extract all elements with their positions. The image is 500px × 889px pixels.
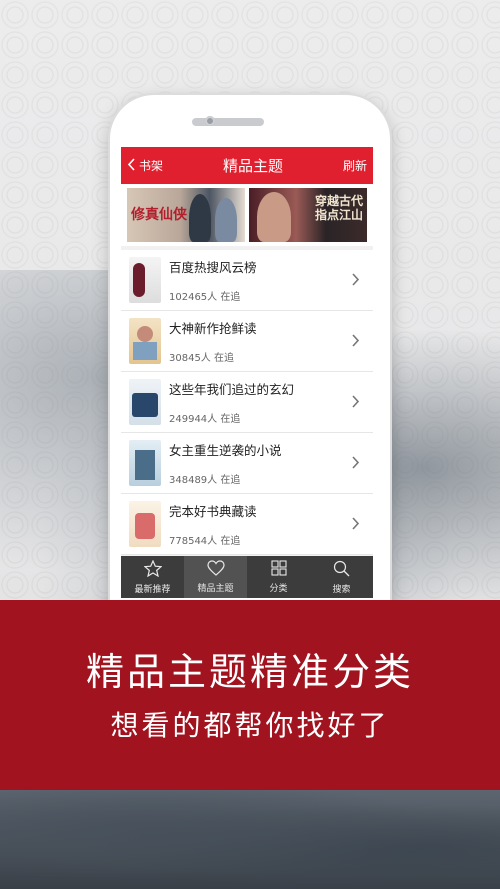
list-item[interactable]: 完本好书典藏读 778544人 在追: [121, 494, 373, 555]
item-followers: 102465人 在追: [169, 292, 241, 303]
item-followers: 348489人 在追: [169, 475, 241, 486]
background-mountains: [0, 790, 500, 889]
character-illustration: [257, 192, 291, 242]
tab-category[interactable]: 分类: [247, 556, 310, 598]
topic-list: 百度热搜风云榜 102465人 在追 大神新作抢鲜读 30845人 在追 这些年…: [121, 250, 373, 555]
promo-subheadline: 想看的都帮你找好了: [110, 709, 390, 742]
banner-row: 修真仙侠 穿越古代 指点江山: [121, 184, 373, 246]
banner-title: 穿越古代 指点江山: [315, 194, 363, 222]
item-title: 女主重生逆袭的小说: [169, 443, 282, 458]
list-item[interactable]: 女主重生逆袭的小说 348489人 在追: [121, 433, 373, 494]
list-item[interactable]: 这些年我们追过的玄幻 249944人 在追: [121, 372, 373, 433]
tab-search[interactable]: 搜索: [310, 556, 373, 598]
book-cover: [129, 257, 161, 303]
item-title: 百度热搜风云榜: [169, 260, 257, 275]
banner-title-line2: 指点江山: [314, 208, 363, 222]
navbar: 书架 精品主题 刷新: [121, 147, 373, 184]
phone-camera: [205, 116, 215, 126]
tab-label: 搜索: [332, 584, 351, 595]
book-cover: [129, 379, 161, 425]
list-item[interactable]: 大神新作抢鲜读 30845人 在追: [121, 311, 373, 372]
banner-chuanyue[interactable]: 穿越古代 指点江山: [249, 188, 367, 242]
chevron-right-icon: [351, 271, 365, 290]
chevron-right-icon: [351, 393, 365, 412]
phone-speaker: [192, 118, 264, 126]
book-cover: [129, 501, 161, 547]
tab-label: 最新推荐: [134, 584, 171, 595]
app-screen: 书架 精品主题 刷新 修真仙侠 穿越古代 指点江山 百度热搜风云榜 102465…: [121, 147, 373, 598]
grid-icon: [270, 560, 287, 581]
book-cover: [129, 318, 161, 364]
tab-latest[interactable]: 最新推荐: [121, 556, 184, 598]
item-title: 大神新作抢鲜读: [169, 321, 257, 336]
tab-label: 精品主题: [197, 584, 234, 594]
character-illustration: [189, 194, 211, 242]
banner-title: 修真仙侠: [131, 207, 187, 223]
item-title: 这些年我们追过的玄幻: [169, 382, 295, 397]
banner-title-line1: 穿越古代: [314, 194, 363, 208]
refresh-button[interactable]: 刷新: [343, 157, 367, 174]
banner-xianxia[interactable]: 修真仙侠: [127, 188, 245, 242]
tab-bar: 最新推荐 精品主题 分类 搜索: [121, 556, 373, 598]
chevron-right-icon: [351, 332, 365, 351]
promo-headline: 精品主题精准分类: [85, 650, 414, 694]
chevron-right-icon: [351, 515, 365, 534]
page-title: 精品主题: [222, 157, 283, 175]
heart-icon: [206, 560, 225, 581]
book-cover: [129, 440, 161, 486]
back-button[interactable]: 书架: [127, 157, 163, 174]
character-illustration: [215, 198, 237, 242]
back-label: 书架: [139, 159, 164, 173]
star-icon: [143, 559, 162, 582]
tab-featured[interactable]: 精品主题: [184, 556, 247, 598]
tab-label: 分类: [269, 584, 288, 594]
item-title: 完本好书典藏读: [169, 504, 257, 519]
item-followers: 778544人 在追: [169, 536, 241, 547]
chevron-left-icon: [127, 157, 136, 174]
chevron-right-icon: [351, 454, 365, 473]
list-item[interactable]: 百度热搜风云榜 102465人 在追: [121, 250, 373, 311]
item-followers: 30845人 在追: [169, 353, 234, 364]
search-icon: [333, 560, 350, 582]
item-followers: 249944人 在追: [169, 414, 241, 425]
